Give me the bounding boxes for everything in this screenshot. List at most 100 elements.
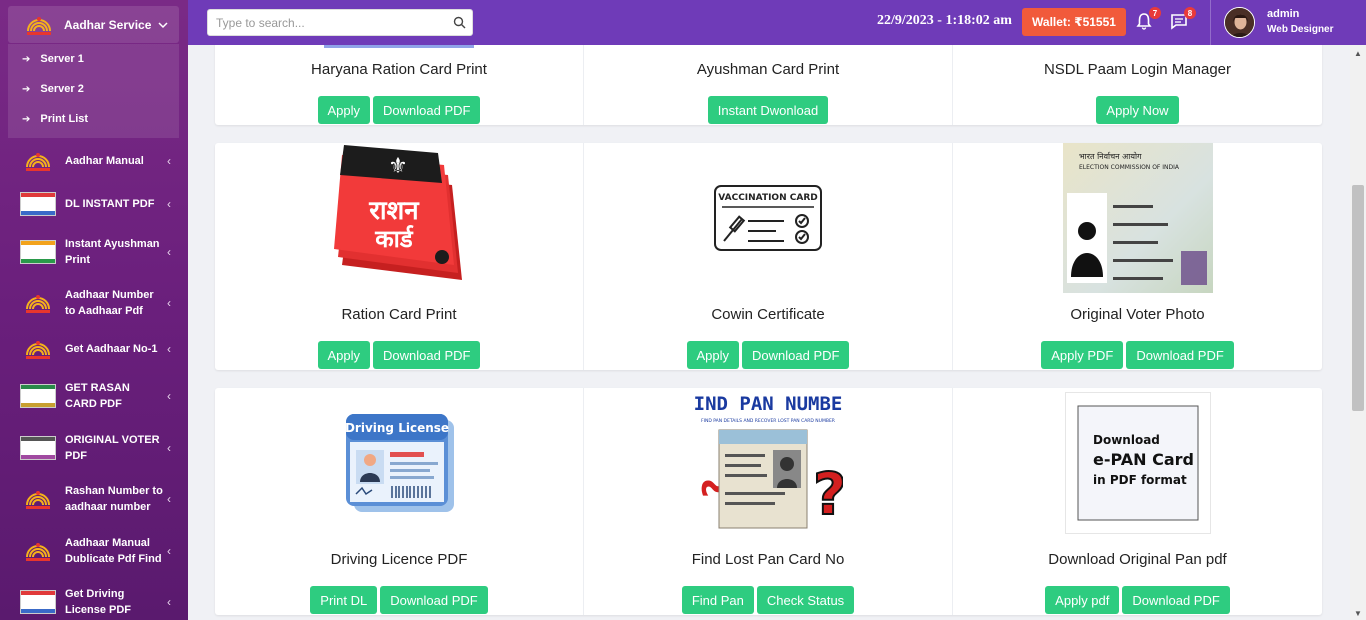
apply-button[interactable]: Apply	[317, 341, 371, 369]
avatar[interactable]	[1224, 7, 1255, 38]
sidebar-item-label: ORIGINAL VOTER PDF	[65, 434, 160, 462]
check-status-button[interactable]: Check Status	[756, 586, 855, 614]
sidebar-item[interactable]: ORIGINAL VOTER PDF ‹	[0, 428, 188, 468]
scroll-up-icon[interactable]: ▲	[1354, 49, 1362, 58]
aadhaar-logo-icon	[26, 543, 50, 561]
search-icon[interactable]	[446, 16, 472, 29]
chevron-left-icon[interactable]: ‹	[167, 197, 171, 211]
service-title: Original Voter Photo	[1070, 306, 1205, 323]
download-pdf-button[interactable]: Download PDF	[373, 341, 481, 369]
apply-pdf-button[interactable]: Apply pdf	[1045, 586, 1120, 614]
chevron-left-icon[interactable]: ‹	[167, 389, 171, 403]
find-pan-button[interactable]: Find Pan	[681, 586, 754, 614]
sidebar-item-icon-wrap	[20, 384, 56, 408]
driving-licence-image: Driving License	[345, 414, 454, 512]
service-card: NSDL Paam Login Manager Apply Now	[953, 45, 1322, 125]
apply-button[interactable]: Apply	[317, 96, 371, 124]
scrollbar-thumb[interactable]	[1352, 185, 1364, 411]
page-scrollbar[interactable]: ▲ ▼	[1350, 45, 1366, 620]
sidebar-item-label: Rashan Number to aadhaar number	[65, 485, 163, 513]
submenu-item-server-2[interactable]: ➔ Server 2	[8, 74, 179, 104]
sidebar-item-icon-wrap	[20, 291, 56, 315]
search-box	[207, 9, 473, 36]
sidebar-item-label: Aadhar Service	[64, 17, 152, 32]
driving-licence-image-text: Driving License	[345, 421, 449, 435]
sidebar-item-icon-wrap	[20, 436, 56, 460]
aadhaar-logo-icon	[26, 153, 50, 171]
download-pdf-button[interactable]: Download PDF	[742, 341, 850, 369]
ration-card-image-text: कार्ड	[374, 225, 414, 253]
service-card: Haryana Ration Card Print Apply Download…	[215, 45, 584, 125]
datetime-display: 22/9/2023 - 1:18:02 am	[877, 13, 1012, 28]
submenu-label: Server 1	[40, 53, 84, 65]
voter-card-header: भारत निर्वाचन आयोग	[1079, 151, 1142, 161]
sidebar-item[interactable]: Aadhaar Manual Dublicate Pdf Find ‹	[0, 531, 188, 571]
driving-licence-card-icon	[20, 590, 56, 614]
sidebar-item[interactable]: Get Driving License PDF ‹	[0, 582, 188, 620]
arrow-right-icon: ➔	[22, 113, 31, 125]
chevron-left-icon[interactable]: ‹	[167, 544, 171, 558]
search-input[interactable]	[208, 15, 446, 30]
chevron-left-icon[interactable]: ‹	[167, 245, 171, 259]
sidebar-item-icon-wrap	[20, 149, 56, 173]
voter-card-icon	[20, 436, 56, 460]
apply-now-button[interactable]: Apply Now	[1096, 96, 1179, 124]
sidebar-item-icon-wrap	[20, 240, 56, 264]
sidebar-item[interactable]: Aadhaar Number to Aadhaar Pdf ‹	[0, 283, 188, 323]
submenu-label: Server 2	[40, 83, 84, 95]
main-content: Haryana Ration Card Print Apply Download…	[188, 45, 1350, 620]
vaccination-card-label: VACCINATION CARD	[718, 193, 817, 203]
download-pdf-button[interactable]: Download PDF	[373, 96, 481, 124]
submenu-item-server-1[interactable]: ➔ Server 1	[8, 44, 179, 74]
aadhaar-logo-icon	[26, 491, 50, 509]
print-dl-button[interactable]: Print DL	[310, 586, 378, 614]
chevron-left-icon[interactable]: ‹	[167, 342, 171, 356]
submenu-item-print-list[interactable]: ➔ Print List	[8, 104, 179, 134]
chevron-down-icon[interactable]	[157, 19, 169, 31]
service-card: FIND PAN NUMBER FIND PAN DETAILS AND REC…	[584, 388, 953, 615]
user-name: admin	[1267, 8, 1300, 20]
sidebar-item-icon-wrap	[20, 590, 56, 614]
instant-download-button[interactable]: Instant Dwonload	[707, 96, 829, 124]
chevron-left-icon[interactable]: ‹	[167, 492, 171, 506]
sidebar-item-icon-wrap	[20, 337, 56, 361]
sidebar: Aadhar Service ➔ Server 1 ➔ Server 2 ➔ Prin…	[0, 0, 188, 620]
arrow-right-icon: ➔	[22, 53, 31, 65]
apply-pdf-button[interactable]: Apply PDF	[1041, 341, 1124, 369]
chevron-left-icon[interactable]: ‹	[167, 296, 171, 310]
topbar: 22/9/2023 - 1:18:02 am Wallet: ₹51551 7 …	[188, 0, 1366, 45]
service-title: Driving Licence PDF	[330, 551, 468, 568]
voter-card-header: ELECTION COMMISSION OF INDIA	[1079, 164, 1180, 171]
submenu-label: Print List	[40, 113, 89, 125]
messages-button[interactable]: 8	[1170, 7, 1196, 32]
sidebar-item-icon-wrap	[20, 192, 56, 216]
sidebar-item[interactable]: DL INSTANT PDF ‹	[0, 186, 188, 222]
sidebar-item[interactable]: Instant Ayushman Print ‹	[0, 232, 188, 272]
service-card: Download e-PAN Card in PDF format Downlo…	[953, 388, 1322, 615]
sidebar-item[interactable]: GET RASAN CARD PDF ‹	[0, 376, 188, 416]
aadhaar-logo-icon	[27, 16, 51, 35]
chevron-left-icon[interactable]: ‹	[167, 595, 171, 609]
sidebar-submenu: ➔ Server 1 ➔ Server 2 ➔ Print List	[8, 44, 179, 138]
sidebar-item[interactable]: Aadhar Manual ‹	[0, 142, 188, 180]
service-title: NSDL Paam Login Manager	[1043, 61, 1232, 78]
service-row-1: Haryana Ration Card Print Apply Download…	[215, 45, 1322, 125]
notification-button[interactable]: 7	[1135, 7, 1161, 32]
chevron-left-icon[interactable]: ‹	[167, 154, 171, 168]
sidebar-item-label: Get Aadhaar No-1	[65, 343, 158, 355]
download-pdf-button[interactable]: Download PDF	[1126, 341, 1234, 369]
download-pdf-button[interactable]: Download PDF	[380, 586, 488, 614]
sidebar-item-icon-wrap	[20, 539, 56, 563]
scroll-down-icon[interactable]: ▼	[1354, 609, 1362, 618]
wallet-button[interactable]: Wallet: ₹51551	[1022, 8, 1126, 36]
sidebar-item[interactable]: Get Aadhaar No-1 ‹	[0, 335, 188, 363]
haryana-ration-card-image	[324, 45, 474, 48]
sidebar-item-aadhar-service[interactable]: Aadhar Service	[8, 6, 179, 43]
driving-licence-card-icon	[20, 192, 56, 216]
apply-button[interactable]: Apply	[686, 341, 740, 369]
sidebar-item[interactable]: Rashan Number to aadhaar number ‹	[0, 479, 188, 519]
download-pdf-button[interactable]: Download PDF	[1122, 586, 1230, 614]
voter-card-image: भारत निर्वाचन आयोग ELECTION COMMISSION O…	[1062, 143, 1213, 293]
service-title: Ayushman Card Print	[696, 61, 840, 78]
chevron-left-icon[interactable]: ‹	[167, 441, 171, 455]
